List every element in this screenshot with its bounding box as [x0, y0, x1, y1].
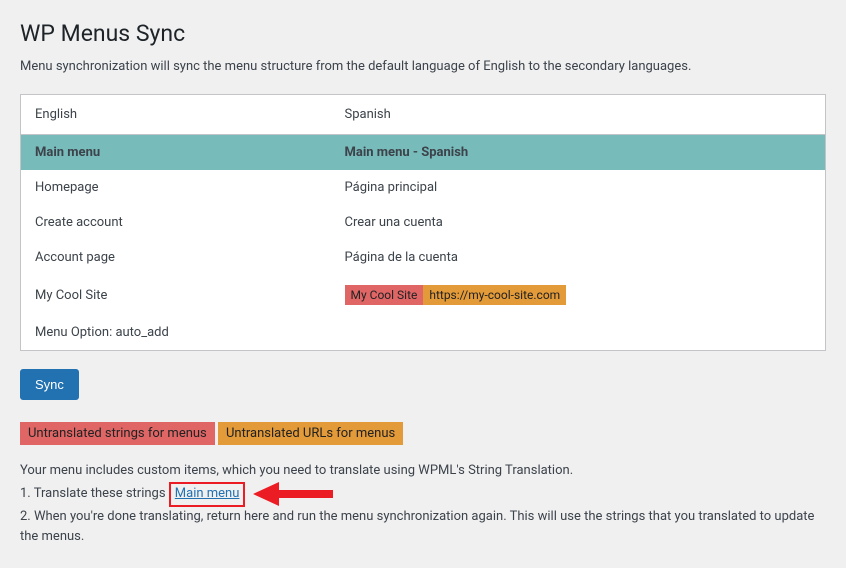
table-row: Account page Página de la cuenta — [21, 240, 826, 275]
col-header-english: English — [21, 95, 331, 135]
legend-untranslated-strings: Untranslated strings for menus — [20, 422, 215, 445]
cell-es: Página de la cuenta — [331, 240, 826, 275]
menu-title-en: Main menu — [21, 135, 331, 171]
arrow-annotation-icon — [253, 482, 333, 506]
instructions-intro: Your menu includes custom items, which y… — [20, 461, 826, 482]
instructions-step1: 1. Translate these strings Main menu — [20, 482, 826, 507]
untranslated-url-badge: https://my-cool-site.com — [423, 285, 566, 305]
cell-es-custom: My Cool Sitehttps://my-cool-site.com — [331, 275, 826, 315]
cell-option: Menu Option: auto_add — [21, 315, 331, 351]
cell-es: Página principal — [331, 170, 826, 205]
col-header-spanish: Spanish — [331, 95, 826, 135]
intro-text: Menu synchronization will sync the menu … — [20, 59, 826, 74]
table-row-custom: My Cool Site My Cool Sitehttps://my-cool… — [21, 275, 826, 315]
table-header-row: English Spanish — [21, 95, 826, 135]
main-menu-link-highlight: Main menu — [169, 482, 246, 507]
sync-button[interactable]: Sync — [20, 369, 79, 400]
step1-prefix: 1. Translate these strings — [20, 486, 169, 501]
instructions: Your menu includes custom items, which y… — [20, 461, 826, 548]
menu-title-es: Main menu - Spanish — [331, 135, 826, 171]
main-menu-link[interactable]: Main menu — [175, 486, 240, 501]
legend-untranslated-urls: Untranslated URLs for menus — [218, 422, 403, 445]
page-title: WP Menus Sync — [20, 20, 826, 47]
cell-en: Create account — [21, 205, 331, 240]
cell-es: Crear una cuenta — [331, 205, 826, 240]
instructions-step2: 2. When you're done translating, return … — [20, 507, 826, 549]
cell-en: My Cool Site — [21, 275, 331, 315]
menu-title-row: Main menu Main menu - Spanish — [21, 135, 826, 171]
cell-en: Homepage — [21, 170, 331, 205]
legend: Untranslated strings for menus Untransla… — [20, 422, 826, 445]
table-row-option: Menu Option: auto_add — [21, 315, 826, 351]
menus-sync-table: English Spanish Main menu Main menu - Sp… — [20, 94, 826, 351]
untranslated-string-badge: My Cool Site — [345, 285, 424, 305]
cell-en: Account page — [21, 240, 331, 275]
table-row: Create account Crear una cuenta — [21, 205, 826, 240]
table-row: Homepage Página principal — [21, 170, 826, 205]
